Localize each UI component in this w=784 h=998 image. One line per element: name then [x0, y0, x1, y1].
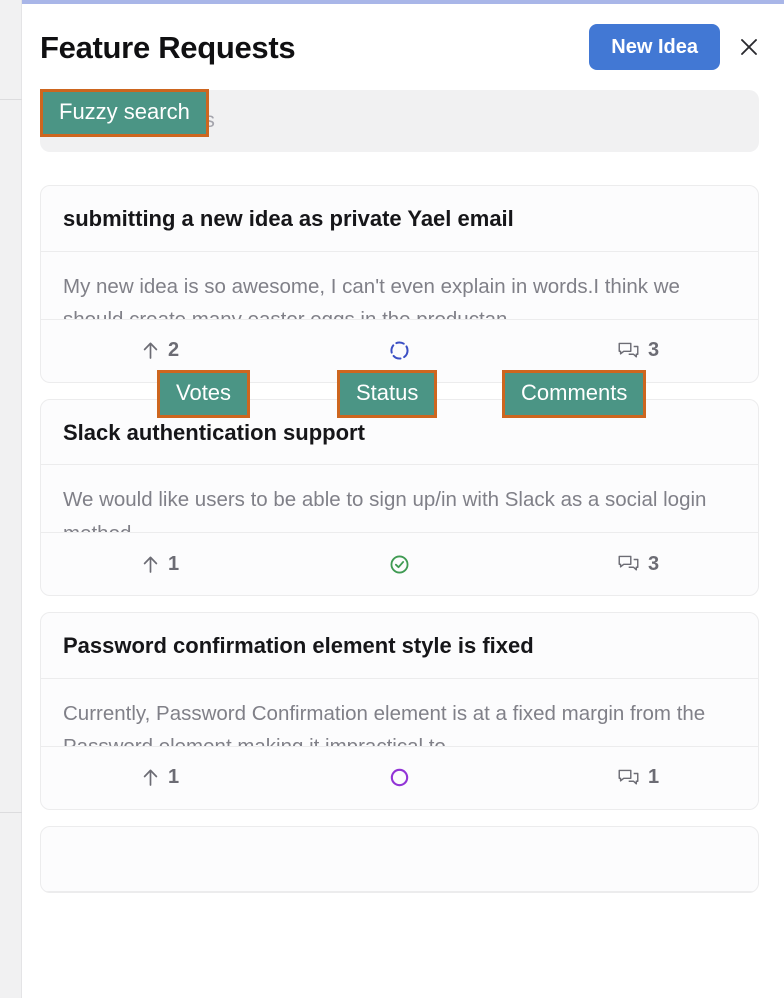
- post-title: Password confirmation element style is f…: [41, 613, 758, 679]
- post-comments[interactable]: 1: [519, 766, 758, 789]
- post-comments[interactable]: 3: [519, 553, 758, 576]
- post-list: submitting a new idea as private Yael em…: [23, 152, 784, 893]
- annotation-votes: Votes: [157, 370, 251, 418]
- page-title: Feature Requests: [40, 29, 296, 65]
- post-body: My new idea is so awesome, I can't even …: [41, 252, 758, 320]
- upvote-arrow-icon: [142, 768, 159, 787]
- post-comments[interactable]: 3: [519, 339, 758, 362]
- comments-count: 1: [647, 766, 660, 788]
- votes-count: 1: [167, 552, 180, 575]
- post-card[interactable]: submitting a new idea as private Yael em…: [40, 185, 759, 383]
- votes-count: 1: [167, 766, 180, 788]
- header-actions: New Idea: [589, 24, 764, 70]
- close-button[interactable]: [734, 32, 764, 62]
- post-title: [41, 827, 758, 892]
- page-root: Feature Requests New Idea Search for pos…: [0, 0, 784, 998]
- background-divider: [0, 99, 22, 100]
- post-votes[interactable]: 1: [41, 553, 280, 576]
- status-open-icon: [388, 766, 411, 789]
- status-in-progress-icon: [388, 339, 411, 362]
- post-body: We would like users to be able to sign u…: [41, 465, 758, 533]
- post-status[interactable]: [280, 339, 519, 362]
- feature-requests-modal: Feature Requests New Idea Search for pos…: [23, 4, 784, 998]
- comments-bubble-icon: [618, 554, 639, 574]
- new-idea-button[interactable]: New Idea: [589, 24, 720, 70]
- post-title: submitting a new idea as private Yael em…: [41, 186, 758, 252]
- comments-bubble-icon: [618, 768, 639, 788]
- post-status[interactable]: [280, 766, 519, 789]
- votes-count: 2: [167, 339, 180, 361]
- modal-header: Feature Requests New Idea: [23, 4, 784, 90]
- comments-count: 3: [647, 339, 660, 361]
- annotation-fuzzy-search: Fuzzy search: [40, 89, 209, 137]
- annotation-status: Status: [337, 370, 438, 418]
- post-card[interactable]: Slack authentication support We would li…: [40, 398, 759, 596]
- post-votes[interactable]: 1: [41, 766, 280, 789]
- annotation-comments: Comments: [502, 370, 647, 418]
- post-card[interactable]: Password confirmation element style is f…: [40, 612, 759, 810]
- post-status[interactable]: [280, 553, 519, 576]
- post-footer: 1: [41, 747, 758, 809]
- post-card[interactable]: [40, 825, 759, 893]
- comments-count: 3: [647, 552, 660, 575]
- post-votes[interactable]: 2: [41, 339, 280, 362]
- upvote-arrow-icon: [142, 555, 159, 574]
- post-body: Currently, Password Confirmation element…: [41, 679, 758, 747]
- close-icon: [737, 35, 761, 59]
- comments-bubble-icon: [618, 341, 639, 361]
- status-complete-icon: [388, 553, 411, 576]
- background-divider: [0, 812, 22, 813]
- upvote-arrow-icon: [142, 341, 159, 360]
- background-page-strip: [0, 0, 22, 998]
- post-footer: 1: [41, 533, 758, 595]
